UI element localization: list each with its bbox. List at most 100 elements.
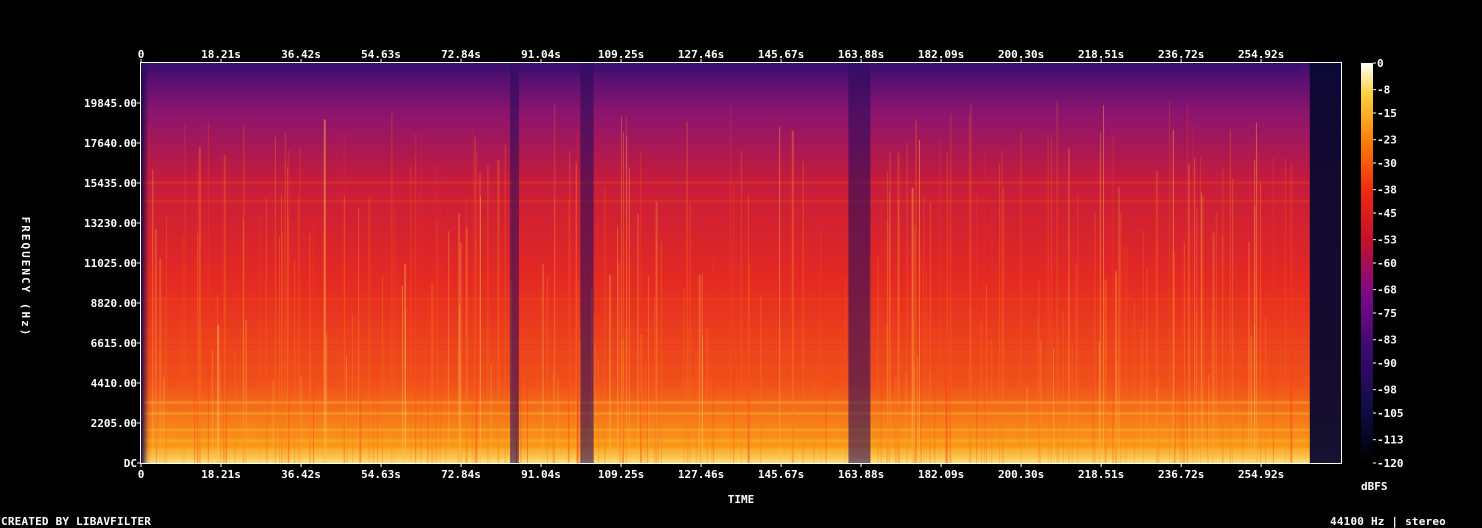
colorbar-tick-label: -38 bbox=[1377, 184, 1397, 197]
transient-stripe bbox=[1062, 310, 1064, 463]
colorbar-tick-label: -30 bbox=[1377, 157, 1397, 170]
x-tick-label-bottom: 145.67s bbox=[758, 468, 804, 481]
transient-stripe bbox=[265, 197, 267, 464]
y-tick-label: 6615.00 bbox=[91, 337, 137, 350]
transient-stripe bbox=[1192, 124, 1194, 464]
transient-stripe bbox=[297, 196, 299, 463]
transient-stripe bbox=[1075, 263, 1077, 463]
transient-stripe bbox=[733, 184, 735, 463]
transient-stripe bbox=[420, 134, 422, 463]
y-tick-label: 11025.00 bbox=[84, 257, 137, 270]
colorbar-tick-label: -8 bbox=[1377, 84, 1390, 97]
transient-stripe bbox=[1071, 343, 1073, 463]
x-tick-label-top: 163.88s bbox=[838, 48, 884, 61]
transient-stripe bbox=[1100, 133, 1102, 463]
transient-stripe bbox=[1146, 268, 1148, 463]
transient-stripe bbox=[445, 363, 447, 463]
x-tick-label-top: 145.67s bbox=[758, 48, 804, 61]
x-tick-label-bottom: 18.21s bbox=[201, 468, 241, 481]
transient-stripe bbox=[1202, 195, 1204, 463]
transient-stripe bbox=[820, 230, 822, 463]
transient-stripe bbox=[154, 228, 157, 463]
transient-stripe bbox=[1207, 288, 1209, 463]
colorbar-tick-label: -120 bbox=[1377, 457, 1404, 470]
x-tick-label-bottom: 200.30s bbox=[998, 468, 1044, 481]
spectrogram-chart: 0 0 18.21s 18.21s 36.42s 36.42s 54.63s 54.63s 72… bbox=[19, 48, 1404, 506]
transient-stripe bbox=[1068, 271, 1070, 463]
transient-stripe bbox=[391, 112, 393, 463]
transient-stripe bbox=[299, 146, 301, 463]
transient-stripe bbox=[274, 136, 276, 463]
transient-stripe bbox=[686, 121, 688, 464]
transient-stripe bbox=[702, 335, 704, 463]
x-axis-title: TIME bbox=[728, 493, 755, 506]
transient-stripe bbox=[915, 129, 917, 464]
transient-stripe bbox=[1248, 241, 1250, 463]
transient-stripe bbox=[1133, 301, 1135, 463]
transient-stripe bbox=[877, 256, 879, 463]
transient-stripe bbox=[1253, 159, 1255, 464]
transient-stripe bbox=[1124, 246, 1126, 463]
transient-stripe bbox=[1037, 315, 1039, 463]
transient-stripe bbox=[427, 294, 429, 463]
transient-stripe bbox=[918, 140, 920, 463]
transient-stripe bbox=[946, 340, 948, 463]
transient-stripe bbox=[312, 225, 314, 463]
transient-stripe bbox=[287, 150, 290, 463]
transient-stripe bbox=[284, 133, 286, 464]
spectrogram-plot bbox=[140, 62, 1342, 464]
transient-stripe bbox=[448, 231, 450, 463]
transient-stripe bbox=[377, 354, 379, 463]
transient-stripe bbox=[934, 384, 936, 463]
transient-stripe bbox=[986, 284, 988, 463]
transient-stripe bbox=[546, 276, 548, 463]
transient-stripe bbox=[929, 202, 931, 463]
transient-stripe bbox=[165, 216, 167, 463]
transient-stripe bbox=[279, 236, 281, 463]
transient-stripe bbox=[920, 252, 922, 463]
transient-stripe bbox=[1098, 341, 1100, 463]
transient-stripe bbox=[906, 142, 908, 464]
transient-stripe bbox=[372, 321, 374, 463]
transient-stripe bbox=[1020, 131, 1022, 464]
transient-stripe bbox=[1173, 252, 1175, 463]
transient-stripe bbox=[436, 218, 438, 463]
transient-stripe bbox=[368, 197, 371, 463]
transient-stripe bbox=[359, 381, 362, 463]
transient-stripe bbox=[812, 378, 815, 463]
x-tick-label-top: 91.04s bbox=[521, 48, 561, 61]
transient-stripe bbox=[184, 124, 186, 464]
transient-stripe bbox=[415, 133, 417, 464]
colorbar-tick-label: -90 bbox=[1377, 357, 1397, 370]
x-tick-label-bottom: 54.63s bbox=[361, 468, 401, 481]
colorbar-tick-label: -113 bbox=[1377, 434, 1404, 447]
transient-stripe bbox=[394, 205, 396, 463]
x-tick-label-top: 127.46s bbox=[678, 48, 724, 61]
x-tick-label-top: 109.25s bbox=[598, 48, 644, 61]
transient-stripe bbox=[1265, 316, 1267, 463]
transient-stripe bbox=[983, 149, 985, 464]
transient-stripe bbox=[598, 359, 600, 463]
transient-stripe bbox=[999, 163, 1001, 464]
transient-stripe bbox=[211, 350, 213, 463]
transient-stripe bbox=[1188, 164, 1190, 463]
transient-stripe bbox=[640, 334, 643, 463]
transient-stripe bbox=[259, 216, 261, 463]
colorbar-tick-label: -45 bbox=[1377, 207, 1397, 220]
transient-stripe bbox=[712, 256, 714, 463]
transient-stripe bbox=[923, 196, 925, 464]
transient-stripe bbox=[991, 340, 993, 463]
transient-stripe bbox=[626, 135, 628, 463]
y-tick-label: 19845.00 bbox=[84, 97, 137, 110]
transient-stripe bbox=[487, 164, 489, 463]
transient-stripe bbox=[504, 144, 506, 463]
transient-stripe bbox=[791, 130, 794, 463]
transient-stripe bbox=[150, 385, 152, 463]
transient-stripe bbox=[520, 333, 522, 463]
transient-stripe bbox=[1142, 229, 1144, 463]
x-tick-label-top: 200.30s bbox=[998, 48, 1044, 61]
transient-stripe bbox=[1232, 178, 1234, 463]
transient-stripe bbox=[1229, 129, 1231, 463]
transient-stripe bbox=[711, 378, 713, 463]
transient-stripe bbox=[225, 350, 227, 463]
